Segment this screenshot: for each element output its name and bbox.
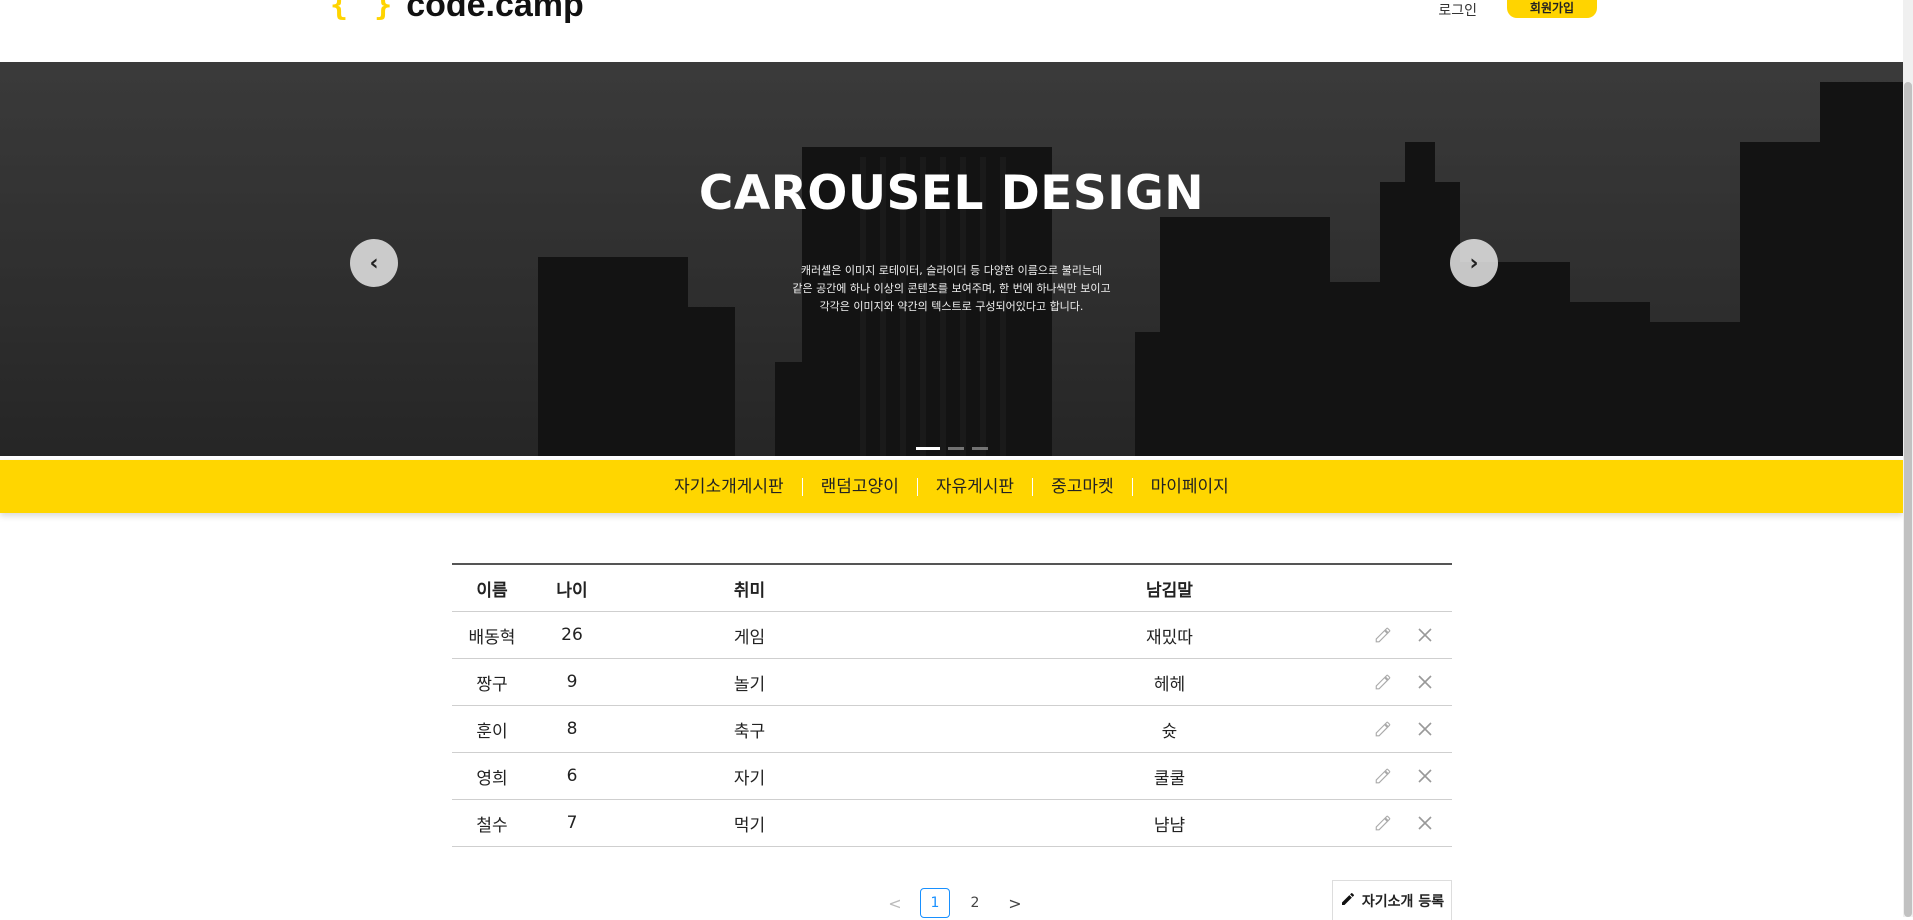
header-actions: 로그인 회원가입 [1438,0,1597,20]
close-icon[interactable] [1416,767,1434,785]
cell-hobby: 게임 [733,627,766,648]
carousel-overlay [0,62,1903,459]
page-number[interactable]: 1 [920,888,950,918]
nav-item-random-cat[interactable]: 랜덤고양이 [803,477,917,497]
carousel-title: CAROUSEL DESIGN [698,166,1205,221]
page-next-button[interactable]: > [1000,888,1030,918]
edit-icon[interactable] [1374,673,1392,691]
carousel-prev-button[interactable]: ‹ [350,239,398,287]
cell-hobby: 축구 [733,721,766,742]
register-button-label: 자기소개 등록 [1361,893,1445,910]
cell-name: 배동혁 [468,627,516,648]
header-name: 이름 [476,580,508,601]
page-number[interactable]: 2 [960,888,990,918]
close-icon[interactable] [1416,720,1434,738]
pagination: < 1 2 > [880,888,1030,918]
carousel-divider [0,456,1903,459]
carousel-description-line: 캐러셀은 이미지 로테이터, 슬라이더 등 다양한 이름으로 불리는데 [800,264,1103,277]
cell-message: 재밌따 [1146,627,1193,648]
table-row: 배동혁 26 게임 재밌따 [452,612,1452,659]
row-actions [1374,720,1434,738]
close-icon[interactable] [1416,626,1434,644]
carousel-dot[interactable] [948,447,964,450]
carousel-description-line: 각각은 이미지와 약간의 텍스트로 구성되어있다고 합니다. [819,300,1084,313]
page-scrollbar[interactable] [1903,0,1913,917]
cell-name: 훈이 [476,721,508,742]
cell-message: 슛 [1161,721,1178,742]
close-icon[interactable] [1416,673,1434,691]
carousel-dot[interactable] [972,447,988,450]
carousel-description-line: 같은 공간에 하나 이상의 콘텐츠를 보여주며, 한 번에 하나씩만 보이고 [792,282,1111,295]
row-actions [1374,626,1434,644]
carousel: CAROUSEL DESIGN 캐러셀은 이미지 로테이터, 슬라이더 등 다양… [0,62,1903,459]
main-nav: 자기소개게시판 랜덤고양이 자유게시판 중고마켓 마이페이지 [0,460,1903,513]
carousel-description: 캐러셀은 이미지 로테이터, 슬라이더 등 다양한 이름으로 불리는데 같은 공… [0,262,1903,316]
table-row: 훈이 8 축구 슛 [452,706,1452,753]
cell-name: 영희 [476,768,508,789]
row-actions [1374,673,1434,691]
edit-icon[interactable] [1374,814,1392,832]
logo-braces: { } [330,0,397,23]
logo[interactable]: { } code.camp [330,0,584,25]
logo-text: code.camp [406,0,584,24]
cell-age: 8 [566,719,578,739]
cell-hobby: 놀기 [733,674,766,695]
cell-message: 헤헤 [1153,674,1186,695]
cell-age: 26 [561,625,583,645]
header-message: 남김말 [1146,580,1193,601]
register-intro-button[interactable]: 자기소개 등록 [1332,880,1452,920]
edit-icon[interactable] [1374,626,1392,644]
cell-age: 9 [566,672,578,692]
site-header: { } code.camp 로그인 회원가입 [0,0,1903,62]
table-row: 영희 6 자기 쿨쿨 [452,753,1452,800]
row-actions [1374,767,1434,785]
page-prev-button[interactable]: < [880,888,910,918]
chevron-right-icon: › [1469,250,1479,276]
cell-message: 냠냠 [1153,815,1186,836]
carousel-indicators [916,447,988,450]
row-actions [1374,814,1434,832]
table-row: 철수 7 먹기 냠냠 [452,800,1452,847]
nav-item-market[interactable]: 중고마켓 [1033,477,1132,497]
table-row: 짱구 9 놀기 헤헤 [452,659,1452,706]
table-header-row: 이름 나이 취미 남김말 [452,565,1452,612]
close-icon[interactable] [1416,814,1434,832]
nav-item-mypage[interactable]: 마이페이지 [1133,477,1247,497]
cell-hobby: 먹기 [733,815,766,836]
intro-table: 이름 나이 취미 남김말 배동혁 26 게임 재밌따 짱구 9 놀기 헤헤 훈이… [452,563,1452,847]
carousel-dot[interactable] [916,447,940,450]
nav-item-free-board[interactable]: 자유게시판 [918,477,1032,497]
scrollbar-thumb[interactable] [1904,82,1912,917]
cell-message: 쿨쿨 [1153,768,1186,789]
signup-button[interactable]: 회원가입 [1507,0,1597,18]
cell-name: 철수 [476,815,508,836]
cell-age: 7 [566,813,578,833]
cell-hobby: 자기 [733,768,766,789]
cell-age: 6 [566,766,578,786]
cell-name: 짱구 [476,674,508,695]
header-age: 나이 [556,580,588,601]
header-hobby: 취미 [733,580,766,601]
chevron-left-icon: ‹ [369,250,379,276]
edit-icon[interactable] [1374,767,1392,785]
nav-item-intro-board[interactable]: 자기소개게시판 [656,477,801,497]
edit-icon[interactable] [1374,720,1392,738]
pencil-icon [1340,891,1356,911]
login-link[interactable]: 로그인 [1438,0,1477,20]
carousel-next-button[interactable]: › [1450,239,1498,287]
